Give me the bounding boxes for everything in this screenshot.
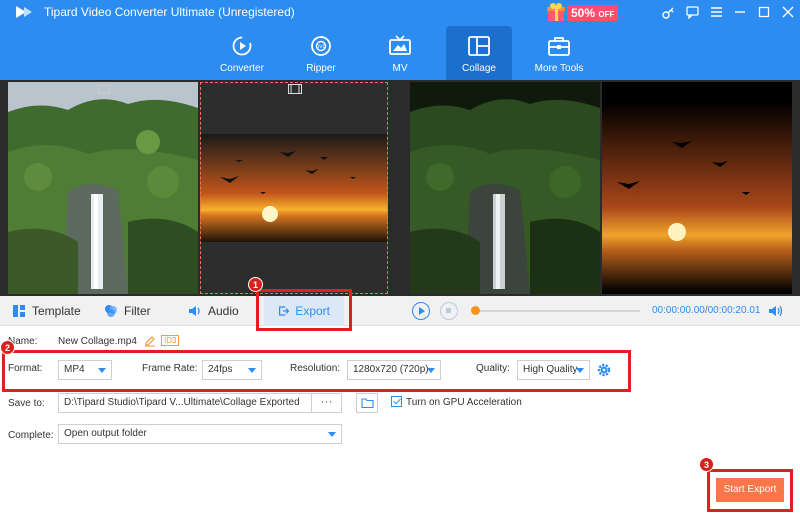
- folder-icon: [361, 398, 374, 409]
- key-icon[interactable]: [656, 4, 680, 20]
- annotation-box-1: [256, 289, 352, 331]
- complete-action-select[interactable]: Open output folder: [58, 424, 342, 444]
- tab-ripper[interactable]: DVD Ripper: [292, 26, 350, 80]
- converter-icon: [232, 36, 252, 56]
- minimize-icon[interactable]: [728, 4, 752, 20]
- preview-sunset-image: [602, 82, 792, 294]
- sunset-image: [200, 82, 388, 294]
- film-marker-icon: [288, 84, 302, 94]
- window-title: Tipard Video Converter Ultimate (Unregis…: [44, 5, 295, 19]
- browse-button[interactable]: ···: [312, 393, 342, 413]
- collage-editor: [0, 80, 400, 296]
- volume-icon[interactable]: [768, 304, 784, 318]
- progress-knob[interactable]: [471, 306, 480, 315]
- open-folder-button[interactable]: [356, 393, 378, 413]
- tab-template[interactable]: Template: [12, 296, 81, 326]
- annotation-number-1: 1: [248, 277, 263, 292]
- complete-label: Complete:: [8, 430, 54, 441]
- collage-icon: [468, 36, 490, 56]
- save-to-label: Save to:: [8, 398, 45, 409]
- waterfall-image: [8, 82, 198, 294]
- preview-sunset: [602, 82, 792, 294]
- main-nav: Converter DVD Ripper MV Collage More Too…: [0, 26, 800, 80]
- tab-mv[interactable]: MV: [372, 26, 428, 80]
- progress-track[interactable]: [474, 310, 640, 312]
- gpu-acceleration-label: Turn on GPU Acceleration: [406, 397, 522, 408]
- file-name-value[interactable]: New Collage.mp4: [58, 336, 137, 347]
- chat-icon[interactable]: [680, 4, 704, 20]
- edit-icon[interactable]: [144, 335, 156, 347]
- app-logo-icon: [16, 6, 32, 18]
- play-icon[interactable]: [412, 302, 430, 320]
- stop-icon[interactable]: [440, 302, 458, 320]
- preview-waterfall-image: [410, 82, 600, 294]
- time-display: 00:00:00.00/00:00:20.01: [652, 305, 761, 316]
- annotation-box-3: [707, 469, 793, 512]
- preview-waterfall: [410, 82, 600, 294]
- mv-icon: [389, 35, 411, 55]
- toolbox-icon: [548, 37, 570, 56]
- collage-cell-sunset[interactable]: [200, 82, 388, 294]
- preview-player: 00:00:00.00/00:00:20.01: [400, 296, 800, 326]
- promo-badge[interactable]: 50% OFF: [545, 1, 625, 23]
- annotation-number-2: 2: [0, 340, 15, 355]
- ripper-icon: DVD: [311, 36, 331, 56]
- collage-preview: [400, 80, 800, 296]
- tab-more-tools[interactable]: More Tools: [530, 26, 588, 80]
- id3-button[interactable]: ID3: [161, 335, 180, 346]
- maximize-icon[interactable]: [752, 4, 776, 20]
- gpu-acceleration-checkbox[interactable]: [391, 396, 402, 407]
- title-bar: Tipard Video Converter Ultimate (Unregis…: [0, 0, 800, 80]
- cell-grid-marker-icon: [98, 85, 110, 94]
- close-icon[interactable]: [776, 4, 800, 20]
- tab-collage[interactable]: Collage: [446, 26, 512, 80]
- save-path-field[interactable]: D:\Tipard Studio\Tipard V...Ultimate\Col…: [58, 393, 312, 413]
- promo-discount: 50% OFF: [567, 5, 619, 21]
- template-icon: [13, 305, 25, 317]
- tab-converter[interactable]: Converter: [212, 26, 272, 80]
- tab-audio[interactable]: Audio: [188, 296, 239, 326]
- annotation-number-3: 3: [699, 457, 714, 472]
- filter-icon: [105, 305, 117, 317]
- chevron-down-icon: [328, 432, 336, 437]
- svg-text:DVD: DVD: [316, 44, 326, 50]
- collage-cell-waterfall[interactable]: [8, 82, 198, 294]
- gift-icon: [547, 3, 565, 21]
- menu-icon[interactable]: [704, 4, 728, 20]
- tab-filter[interactable]: Filter: [104, 296, 151, 326]
- annotation-box-2: [2, 350, 631, 392]
- audio-icon: [189, 306, 200, 316]
